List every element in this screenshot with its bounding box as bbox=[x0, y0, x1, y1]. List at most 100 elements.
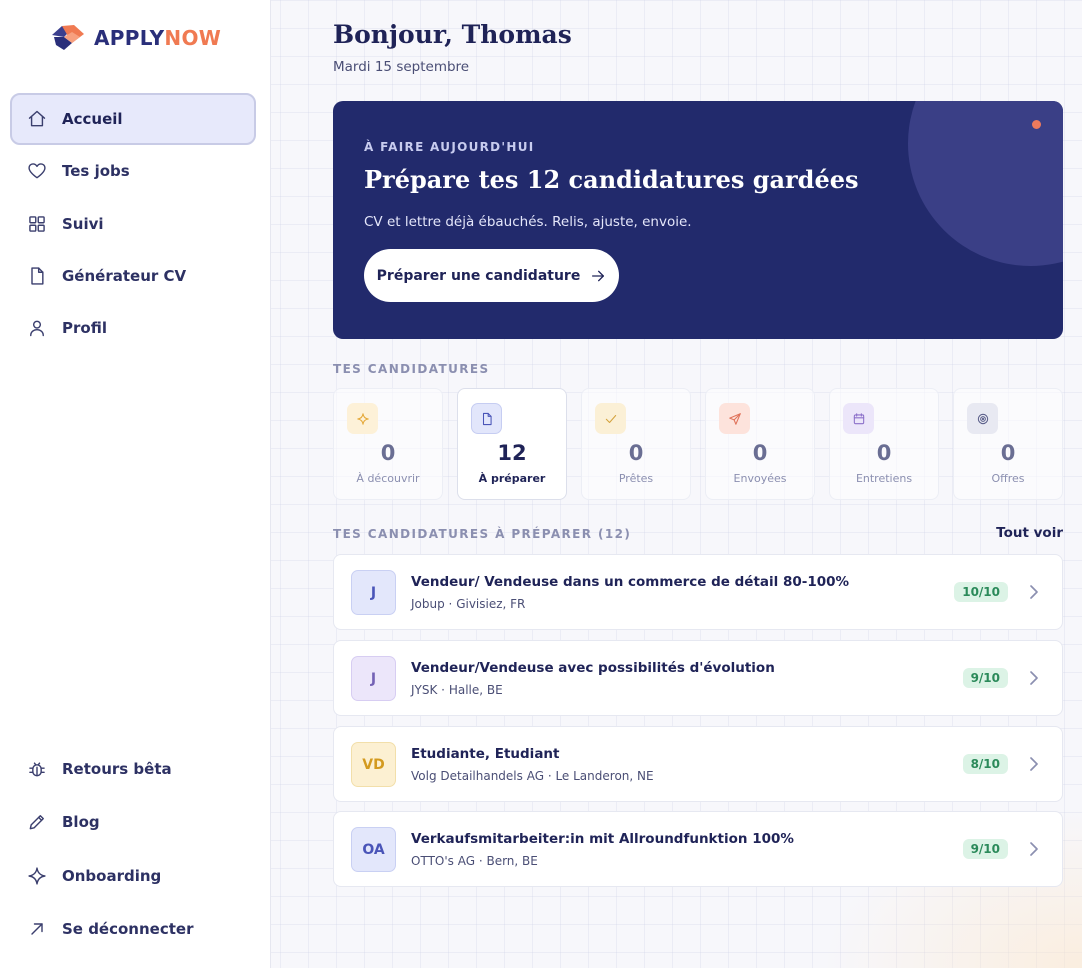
job-row[interactable]: VD Etudiante, Etudiant Volg Detailhandel… bbox=[333, 726, 1063, 802]
job-meta: Jobup · Givisiez, FR bbox=[411, 597, 526, 611]
job-company: Volg Detailhandels AG bbox=[411, 769, 544, 783]
sidebar-item-label: Suivi bbox=[62, 215, 104, 233]
company-avatar: OA bbox=[351, 827, 396, 872]
sparkle-icon bbox=[26, 865, 48, 887]
job-title: Vendeur/Vendeuse avec possibilités d'évo… bbox=[411, 660, 775, 676]
button-label: Préparer une candidature bbox=[376, 267, 581, 284]
job-meta: OTTO's AG · Bern, BE bbox=[411, 854, 538, 868]
company-avatar: VD bbox=[351, 742, 396, 787]
check-icon bbox=[595, 403, 626, 434]
target-icon bbox=[967, 403, 998, 434]
job-location: Bern, BE bbox=[486, 854, 538, 868]
job-company: JYSK bbox=[411, 683, 438, 697]
sidebar-item-accueil[interactable]: Accueil bbox=[10, 93, 256, 145]
stat-value: 0 bbox=[876, 441, 892, 465]
chevron-right-icon bbox=[1026, 840, 1042, 858]
bug-icon bbox=[26, 758, 48, 780]
arrow-up-right-icon bbox=[26, 918, 48, 940]
sparkle-icon bbox=[347, 403, 378, 434]
job-title: Vendeur/ Vendeuse dans un commerce de dé… bbox=[411, 574, 850, 590]
sidebar-item-label: Générateur CV bbox=[62, 267, 187, 285]
chevron-right-icon bbox=[1026, 755, 1042, 773]
chevron-right-icon bbox=[1026, 583, 1042, 601]
home-icon bbox=[26, 108, 48, 130]
banner-subtitle: CV et lettre déjà ébauchés. Relis, ajust… bbox=[364, 214, 692, 230]
stat-label: À découvrir bbox=[356, 472, 420, 485]
sidebar-item-label: Profil bbox=[62, 319, 107, 337]
match-score-badge: 9/10 bbox=[962, 668, 1008, 688]
prepare-application-button[interactable]: Préparer une candidature bbox=[364, 249, 619, 302]
sidebar-item-profil[interactable]: Profil bbox=[10, 302, 256, 354]
stat-label: À préparer bbox=[478, 472, 546, 485]
job-row[interactable]: J Vendeur/Vendeuse avec possibilités d'é… bbox=[333, 640, 1063, 716]
stat-value: 0 bbox=[1000, 441, 1016, 465]
sidebar-item-label: Accueil bbox=[62, 110, 123, 128]
sidebar-item-label: Onboarding bbox=[62, 867, 162, 885]
sidebar-item-label: Retours bêta bbox=[62, 760, 172, 778]
application-stats: 0 À découvrir 12 À préparer 0 Prêtes 0 E… bbox=[333, 388, 1063, 500]
match-score-badge: 9/10 bbox=[962, 839, 1008, 859]
sidebar-item-suivi[interactable]: Suivi bbox=[10, 198, 256, 250]
page-title: Bonjour, Thomas bbox=[333, 20, 572, 49]
heart-icon bbox=[26, 160, 48, 182]
sidebar-item-blog[interactable]: Blog bbox=[10, 796, 256, 848]
company-avatar: J bbox=[351, 656, 396, 701]
job-title: Verkaufsmitarbeiter:in mit Allroundfunkt… bbox=[411, 831, 794, 847]
stat-value: 0 bbox=[628, 441, 644, 465]
stat-entretiens[interactable]: 0 Entretiens bbox=[829, 388, 939, 500]
job-meta: JYSK · Halle, BE bbox=[411, 683, 503, 697]
stat-value: 0 bbox=[752, 441, 768, 465]
sidebar-item-generateur-cv[interactable]: Générateur CV bbox=[10, 250, 256, 302]
pencil-icon bbox=[26, 811, 48, 833]
applications-section-label: TES CANDIDATURES bbox=[333, 362, 490, 376]
stat-label: Envoyées bbox=[733, 472, 787, 485]
match-score-badge: 8/10 bbox=[962, 754, 1008, 774]
stat-value: 12 bbox=[497, 441, 527, 465]
job-company: Jobup bbox=[411, 597, 445, 611]
stat-a-preparer[interactable]: 12 À préparer bbox=[457, 388, 567, 500]
company-avatar: J bbox=[351, 570, 396, 615]
job-row[interactable]: OA Verkaufsmitarbeiter:in mit Allroundfu… bbox=[333, 811, 1063, 887]
chevron-right-icon bbox=[1026, 669, 1042, 687]
todo-banner: À FAIRE AUJOURD'HUI Prépare tes 12 candi… bbox=[333, 101, 1063, 339]
sidebar-item-label: Tes jobs bbox=[62, 162, 130, 180]
handshake-logo-icon bbox=[52, 25, 84, 50]
document-icon bbox=[26, 265, 48, 287]
brand-wordmark: APPLYNOW bbox=[94, 26, 222, 50]
sidebar-item-label: Blog bbox=[62, 813, 100, 831]
job-location: Givisiez, FR bbox=[456, 597, 526, 611]
sidebar-item-label: Se déconnecter bbox=[62, 920, 194, 938]
document-icon bbox=[471, 403, 502, 434]
brand-logo[interactable]: APPLYNOW bbox=[50, 22, 221, 54]
stat-label: Prêtes bbox=[618, 472, 654, 485]
sidebar: APPLYNOW Accueil Tes jobs Suivi Générate… bbox=[0, 0, 271, 968]
job-row[interactable]: J Vendeur/ Vendeuse dans un commerce de … bbox=[333, 554, 1063, 630]
job-meta: Volg Detailhandels AG · Le Landeron, NE bbox=[411, 769, 654, 783]
stat-label: Entretiens bbox=[855, 472, 913, 485]
stat-a-decouvrir[interactable]: 0 À découvrir bbox=[333, 388, 443, 500]
match-score-badge: 10/10 bbox=[954, 582, 1008, 602]
sidebar-item-tes-jobs[interactable]: Tes jobs bbox=[10, 145, 256, 197]
stat-offres[interactable]: 0 Offres bbox=[953, 388, 1063, 500]
job-title: Etudiante, Etudiant bbox=[411, 746, 560, 762]
notification-dot bbox=[1032, 120, 1041, 129]
see-all-link[interactable]: Tout voir bbox=[996, 525, 1063, 541]
job-location: Le Landeron, NE bbox=[555, 769, 654, 783]
stat-label: Offres bbox=[991, 472, 1025, 485]
job-location: Halle, BE bbox=[448, 683, 503, 697]
user-icon bbox=[26, 317, 48, 339]
send-icon bbox=[719, 403, 750, 434]
stat-value: 0 bbox=[380, 441, 396, 465]
arrow-right-icon bbox=[592, 270, 605, 281]
stat-pretes[interactable]: 0 Prêtes bbox=[581, 388, 691, 500]
sidebar-item-se-deconnecter[interactable]: Se déconnecter bbox=[10, 903, 256, 955]
sidebar-item-retours-beta[interactable]: Retours bêta bbox=[10, 743, 256, 795]
banner-title: Prépare tes 12 candidatures gardées bbox=[364, 165, 859, 194]
sidebar-item-onboarding[interactable]: Onboarding bbox=[10, 850, 256, 902]
current-date: Mardi 15 septembre bbox=[333, 59, 470, 75]
grid-icon bbox=[26, 213, 48, 235]
stat-envoyees[interactable]: 0 Envoyées bbox=[705, 388, 815, 500]
job-company: OTTO's AG bbox=[411, 854, 476, 868]
banner-eyebrow: À FAIRE AUJOURD'HUI bbox=[364, 140, 535, 154]
calendar-icon bbox=[843, 403, 874, 434]
